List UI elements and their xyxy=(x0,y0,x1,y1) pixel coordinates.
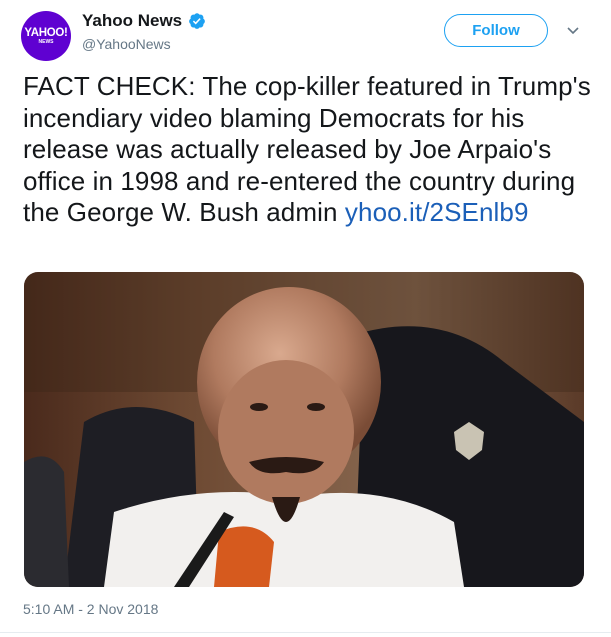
account-handle[interactable]: @YahooNews xyxy=(82,36,171,52)
yahoo-news-avatar[interactable]: YAHOO! NEWS xyxy=(21,11,71,61)
account-name-row: Yahoo News xyxy=(82,11,206,31)
tweet-timestamp[interactable]: 5:10 AM - 2 Nov 2018 xyxy=(23,601,158,617)
account-display-name[interactable]: Yahoo News xyxy=(82,11,182,31)
divider xyxy=(0,632,611,633)
verified-badge-icon xyxy=(189,13,206,29)
chevron-down-icon[interactable] xyxy=(566,26,580,36)
avatar-logo-subtext: NEWS xyxy=(38,38,54,45)
tweet-text: FACT CHECK: The cop-killer featured in T… xyxy=(23,71,593,229)
photo-illustration xyxy=(24,272,584,587)
avatar-logo-text: YAHOO! xyxy=(24,26,68,39)
tweet-photo[interactable] xyxy=(24,272,584,587)
follow-button[interactable]: Follow xyxy=(444,14,548,47)
tweet-link[interactable]: yhoo.it/2SEnlb9 xyxy=(345,197,529,227)
